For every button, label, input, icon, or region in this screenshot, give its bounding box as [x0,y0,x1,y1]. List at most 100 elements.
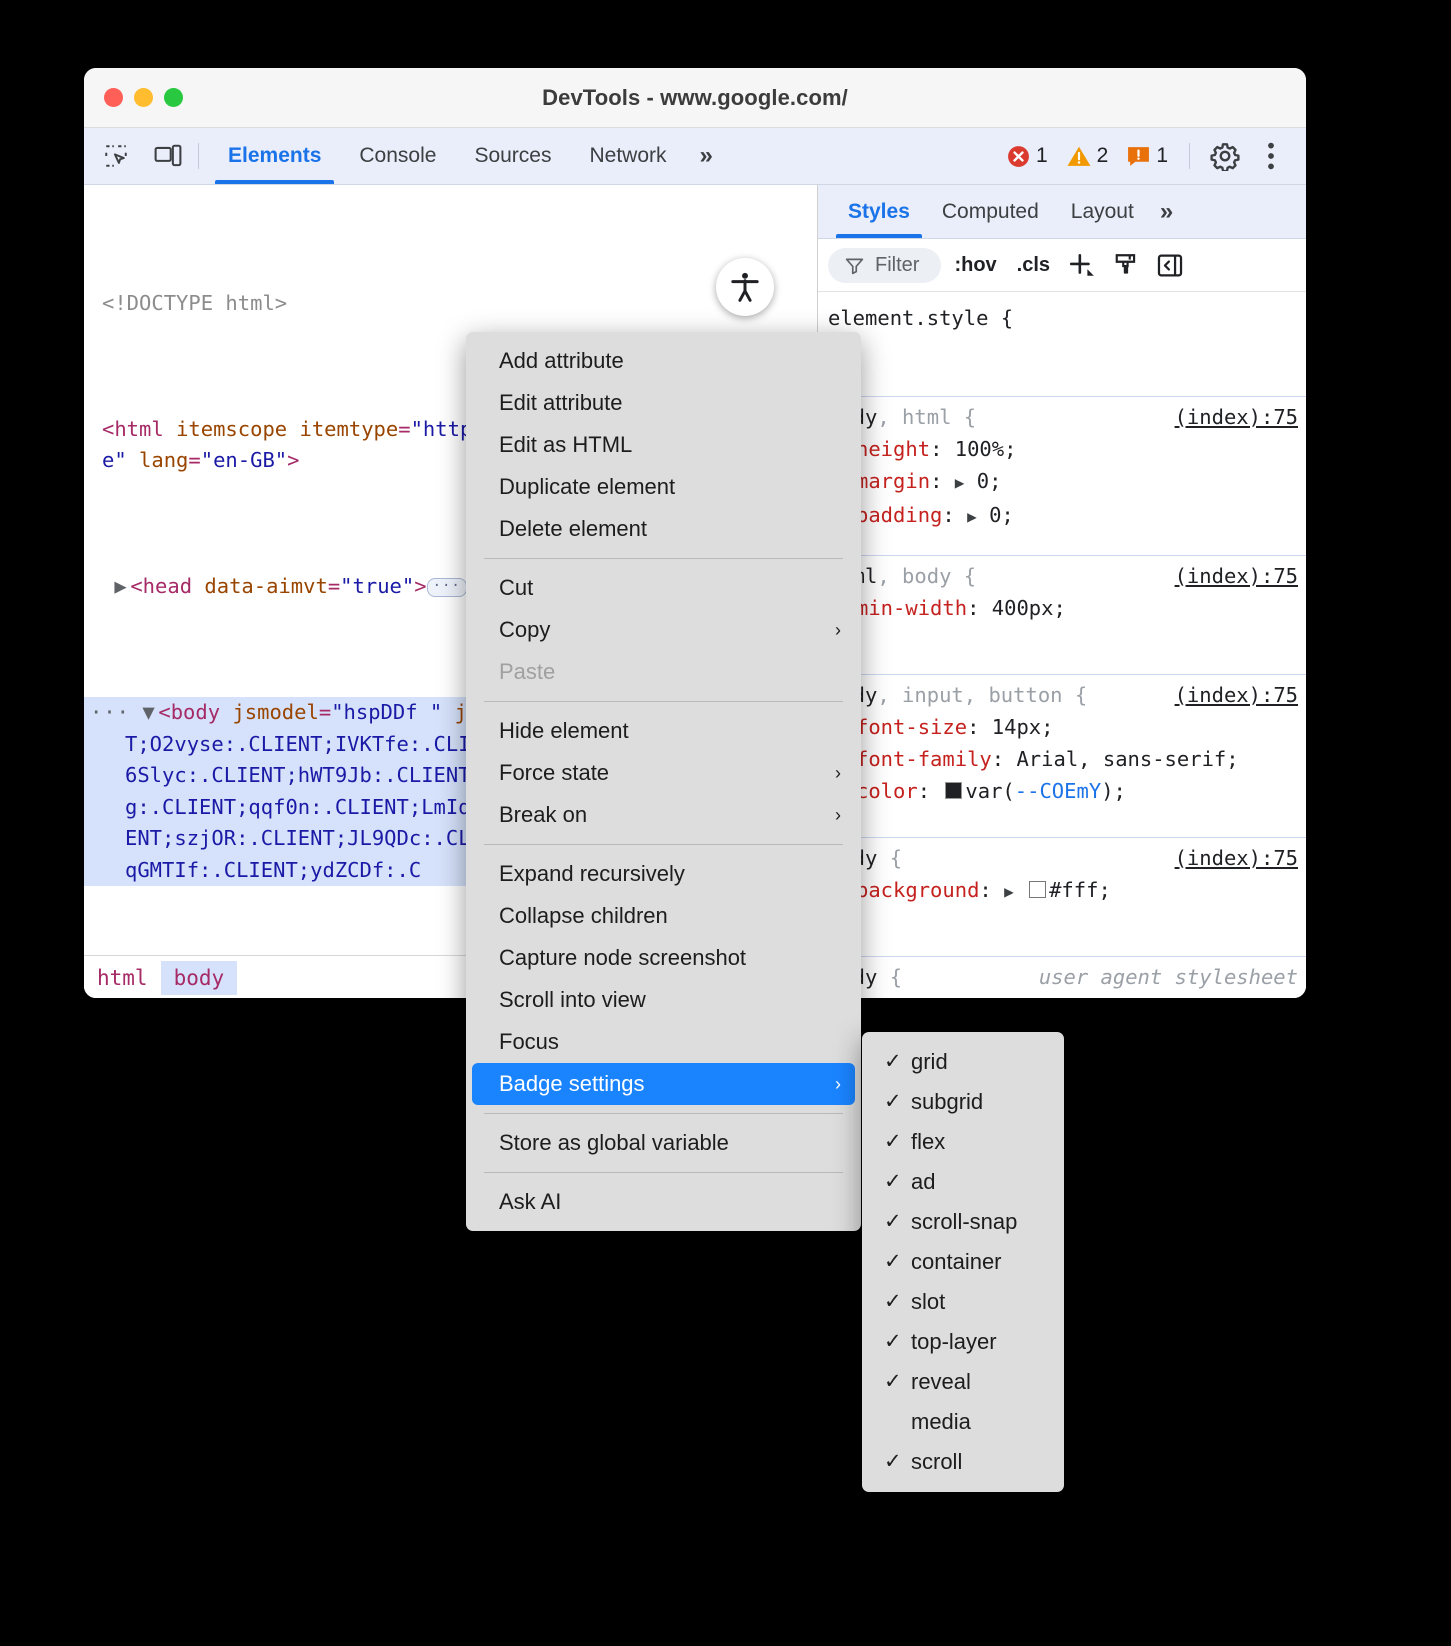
declaration-property[interactable]: margin [856,469,930,493]
rule-source-link[interactable]: (index):75 [1175,560,1298,592]
breadcrumb-item-html[interactable]: html [84,961,161,995]
dom-line-doctype[interactable]: <!DOCTYPE html> [84,288,817,320]
error-counter[interactable]: 1 [999,144,1055,169]
declaration[interactable]: display: block; [818,993,1306,998]
collapse-body-arrow[interactable]: ▼ [142,697,158,729]
declaration[interactable]: margin: ▶ 0; [818,465,1306,499]
badge-option-container[interactable]: ✓container [862,1242,1064,1282]
menu-item-badge-settings[interactable]: Badge settings› [472,1063,855,1105]
rule-body-input-button[interactable]: body, input, button { (index):75 font-si… [818,675,1306,838]
expand-shorthand-icon[interactable]: ▶ [1004,882,1014,901]
rule-source-link[interactable]: (index):75 [1175,842,1298,874]
badge-option-scroll[interactable]: ✓scroll [862,1442,1064,1482]
issue-counter[interactable]: 1 [1119,144,1175,169]
badge-option-top-layer[interactable]: ✓top-layer [862,1322,1064,1362]
rule-selector[interactable]: body, input, button { [828,679,1087,711]
declaration-property[interactable]: min-width [856,596,967,620]
declaration-value[interactable]: 400px [992,596,1054,620]
declaration[interactable]: height: 100%; [818,433,1306,465]
declaration[interactable]: font-family: Arial, sans-serif; [818,743,1306,775]
device-toolbar-icon[interactable] [148,136,188,176]
menu-item-scroll-into-view[interactable]: Scroll into view [472,979,855,1021]
declaration-property[interactable]: background [856,878,979,902]
declaration-value[interactable]: 14px [992,715,1041,739]
css-variable-name[interactable]: --COEmY [1015,779,1101,803]
declaration-property[interactable]: display [856,997,942,998]
tab-computed[interactable]: Computed [926,185,1055,238]
tab-console[interactable]: Console [340,128,455,184]
rule-element-style[interactable]: element.style { [818,298,1306,397]
gear-icon[interactable] [1204,135,1246,177]
color-swatch[interactable] [1029,881,1046,898]
styles-rules-list[interactable]: element.style { body, html { (index):75 … [818,292,1306,998]
menu-item-copy[interactable]: Copy› [472,609,855,651]
declaration[interactable]: background: ▶ #fff; [818,874,1306,908]
menu-item-capture-node-screenshot[interactable]: Capture node screenshot [472,937,855,979]
kebab-menu-icon[interactable] [1250,135,1292,177]
menu-item-focus[interactable]: Focus [472,1021,855,1063]
declaration-property[interactable]: color [856,779,918,803]
collapsed-content-icon[interactable]: ··· [427,578,467,597]
declaration-property[interactable]: height [856,437,930,461]
badge-option-grid[interactable]: ✓grid [862,1042,1064,1082]
inspect-element-icon[interactable] [96,136,136,176]
hov-button[interactable]: :hov [947,252,1003,279]
tab-sources[interactable]: Sources [455,128,570,184]
more-styles-tabs-icon[interactable]: » [1150,185,1183,238]
color-swatch[interactable] [945,782,962,799]
breadcrumb-item-body[interactable]: body [161,961,238,995]
declaration[interactable]: color: var(--COEmY); [818,775,1306,807]
tab-styles[interactable]: Styles [832,185,926,238]
menu-item-break-on[interactable]: Break on› [472,794,855,836]
badge-option-ad[interactable]: ✓ad [862,1162,1064,1202]
menu-item-cut[interactable]: Cut [472,567,855,609]
cls-button[interactable]: .cls [1010,252,1057,279]
rule-body-background[interactable]: body { (index):75 background: ▶ #fff; [818,838,1306,957]
warning-counter[interactable]: 2 [1059,144,1116,169]
toggle-sidebar-icon[interactable] [1151,246,1189,284]
declaration-value[interactable]: 0 [989,503,1001,527]
declaration-property[interactable]: font-size [856,715,967,739]
badge-option-flex[interactable]: ✓flex [862,1122,1064,1162]
declaration-value[interactable]: 0 [977,469,989,493]
plus-icon[interactable] [1063,246,1101,284]
badge-option-scroll-snap[interactable]: ✓scroll-snap [862,1202,1064,1242]
expand-head-arrow[interactable]: ▶ [114,571,130,603]
rule-source-link[interactable]: (index):75 [1175,401,1298,433]
declaration-value[interactable]: #fff [1049,878,1098,902]
declaration-property[interactable]: font-family [856,747,992,771]
more-node-actions-icon[interactable]: ··· [84,700,130,724]
tab-network[interactable]: Network [570,128,685,184]
declaration-value[interactable]: Arial, sans-serif [1016,747,1226,771]
badge-option-subgrid[interactable]: ✓subgrid [862,1082,1064,1122]
expand-shorthand-icon[interactable]: ▶ [967,507,977,526]
more-panels-icon[interactable]: » [686,128,727,184]
rule-selector[interactable]: element.style { [828,302,1013,334]
menu-item-collapse-children[interactable]: Collapse children [472,895,855,937]
badge-option-reveal[interactable]: ✓reveal [862,1362,1064,1402]
badge-option-media[interactable]: media [862,1402,1064,1442]
declaration-property[interactable]: padding [856,503,942,527]
declaration-value[interactable]: block [967,997,1029,998]
menu-item-store-as-global-variable[interactable]: Store as global variable [472,1122,855,1164]
tab-elements[interactable]: Elements [209,128,340,184]
menu-item-delete-element[interactable]: Delete element [472,508,855,550]
menu-item-edit-attribute[interactable]: Edit attribute [472,382,855,424]
badge-option-slot[interactable]: ✓slot [862,1282,1064,1322]
declaration[interactable]: padding: ▶ 0; [818,499,1306,533]
accessibility-icon[interactable] [716,258,774,316]
rule-html-body[interactable]: html, body { (index):75 min-width: 400px… [818,556,1306,675]
paintbrush-icon[interactable] [1107,246,1145,284]
declaration-value[interactable]: 100% [955,437,1004,461]
menu-item-duplicate-element[interactable]: Duplicate element [472,466,855,508]
rule-body-html[interactable]: body, html { (index):75 height: 100%; ma… [818,397,1306,556]
menu-item-force-state[interactable]: Force state› [472,752,855,794]
declaration[interactable]: font-size: 14px; [818,711,1306,743]
search-input[interactable]: Filter [828,248,941,283]
declaration[interactable]: min-width: 400px; [818,592,1306,624]
menu-item-expand-recursively[interactable]: Expand recursively [472,853,855,895]
menu-item-hide-element[interactable]: Hide element [472,710,855,752]
rule-body-ua[interactable]: body { user agent stylesheet display: bl… [818,957,1306,998]
menu-item-edit-as-html[interactable]: Edit as HTML [472,424,855,466]
rule-source-link[interactable]: (index):75 [1175,679,1298,711]
